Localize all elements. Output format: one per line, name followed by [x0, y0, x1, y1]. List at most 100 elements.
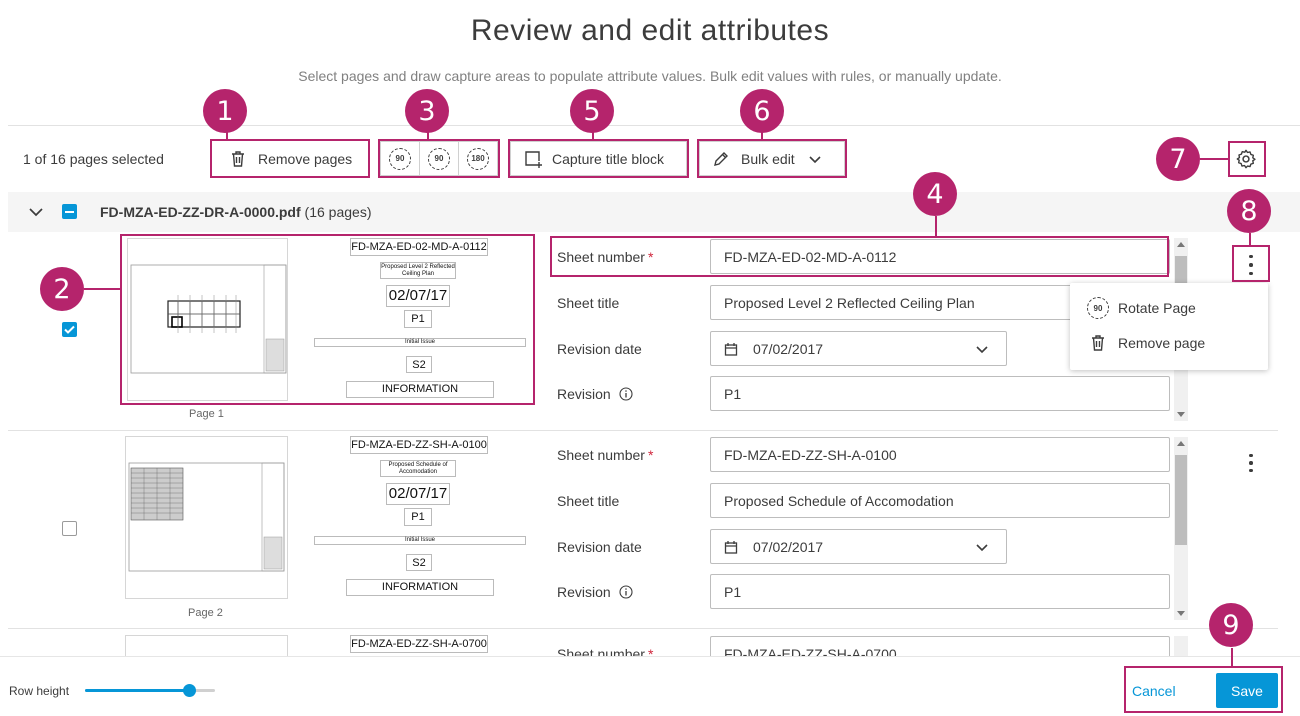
callout-5-line: [592, 132, 594, 140]
rotate-90-ccw-icon: 90: [428, 147, 450, 170]
callout-6-badge: 6: [740, 89, 784, 133]
trash-icon: [232, 150, 244, 167]
scroll-down-icon: [1177, 412, 1185, 417]
callout-3-badge: 3: [405, 89, 449, 133]
page-2-title-block: FD-MZA-ED-ZZ-SH-A-0100 Proposed Schedule…: [314, 436, 530, 600]
sheet-number-input[interactable]: FD-MZA-ED-ZZ-SH-A-0100: [710, 437, 1170, 472]
context-menu: 90 Rotate Page Remove page: [1070, 283, 1268, 370]
pencil-icon: [714, 151, 728, 166]
file-name: FD-MZA-ED-ZZ-DR-A-0000.pdf: [100, 204, 301, 220]
save-button[interactable]: Save: [1216, 673, 1278, 708]
more-vertical-icon[interactable]: [1241, 252, 1261, 278]
title-block-title: Proposed Schedule of Accomodation: [380, 460, 456, 477]
slider-thumb[interactable]: [182, 684, 196, 697]
revision-label-text: Revision: [557, 584, 611, 600]
title-block-status: S2: [406, 356, 432, 373]
page-1-checkbox[interactable]: [62, 322, 77, 337]
cancel-button[interactable]: Cancel: [1132, 683, 1176, 699]
remove-pages-label: Remove pages: [258, 150, 353, 167]
required-marker: *: [647, 646, 654, 656]
selection-count: 1 of 16 pages selected: [23, 151, 164, 167]
revision-input[interactable]: P1: [710, 376, 1170, 411]
callout-4-line: [935, 216, 937, 237]
callout-7-line: [1200, 158, 1229, 160]
info-icon: [619, 387, 633, 401]
scroll-down-icon: [1177, 611, 1185, 616]
sheet-title-label: Sheet title: [557, 295, 620, 311]
bulk-edit-label: Bulk edit: [741, 150, 795, 167]
rotate-90-cw-icon: 90: [1087, 297, 1109, 319]
remove-page-label: Remove page: [1118, 335, 1206, 351]
callout-5-badge: 5: [570, 89, 614, 133]
rotate-180-icon: 180: [467, 147, 489, 170]
chevron-down-icon: [809, 155, 821, 163]
scrollbar-thumb[interactable]: [1175, 455, 1187, 545]
callout-8-badge: 8: [1227, 189, 1271, 233]
more-vertical-icon[interactable]: [1241, 452, 1261, 474]
callout-4-badge: 4: [913, 172, 957, 216]
sheet-number-label: Sheet number *: [557, 447, 653, 463]
callout-9-line: [1231, 648, 1233, 667]
page-1-thumbnail[interactable]: [127, 238, 288, 401]
title-block-number: FD-MZA-ED-02-MD-A-0112: [350, 238, 488, 256]
chevron-down-icon[interactable]: [28, 206, 44, 218]
title-block-info: INFORMATION: [346, 579, 494, 596]
rotate-180-button[interactable]: 180: [459, 142, 497, 175]
revision-date-picker[interactable]: 07/02/2017: [710, 331, 1007, 366]
remove-pages-button[interactable]: Remove pages: [213, 141, 367, 176]
callout-7-badge: 7: [1156, 137, 1200, 181]
callout-1-line: [226, 132, 228, 140]
calendar-icon: [724, 342, 738, 356]
row-height-slider[interactable]: [85, 684, 215, 697]
rotate-90-ccw-button[interactable]: 90: [420, 142, 459, 175]
revision-label: Revision: [557, 584, 633, 600]
divider: [8, 125, 1300, 126]
rotate-90-cw-button[interactable]: 90: [381, 142, 420, 175]
page-3-thumbnail[interactable]: [125, 635, 288, 656]
slider-fill: [85, 689, 189, 692]
title-block-number: FD-MZA-ED-ZZ-SH-A-0700: [350, 635, 488, 653]
rotate-page-menu-item[interactable]: 90 Rotate Page: [1087, 297, 1196, 319]
sheet-title-input[interactable]: Proposed Schedule of Accomodation: [710, 483, 1170, 518]
revision-input[interactable]: P1: [710, 574, 1170, 609]
title-block-issue: Initial Issue: [314, 338, 526, 347]
title-block-number: FD-MZA-ED-ZZ-SH-A-0100: [350, 436, 488, 454]
capture-icon: [525, 150, 542, 168]
revision-date-value: 07/02/2017: [753, 538, 824, 555]
page-title: Review and edit attributes: [470, 14, 830, 47]
scroll-up-icon: [1177, 441, 1185, 446]
rotate-page-label: Rotate Page: [1118, 300, 1196, 316]
rotate-90-cw-icon: 90: [389, 147, 411, 170]
title-block-title: Proposed Level 2 Reflected Ceiling Plan: [380, 262, 456, 279]
page-2-thumbnail[interactable]: [125, 436, 288, 599]
gear-icon: [1236, 149, 1256, 169]
sheet-number-label: Sheet number *: [557, 249, 653, 265]
callout-1-badge: 1: [203, 89, 247, 133]
checkbox-indeterminate-icon[interactable]: [62, 204, 77, 219]
scrollbar[interactable]: [1174, 437, 1188, 620]
revision-date-picker[interactable]: 07/02/2017: [710, 529, 1007, 564]
page-subtitle: Select pages and draw capture areas to p…: [298, 68, 1002, 84]
title-block-rev: P1: [404, 508, 432, 526]
sheet-number-input[interactable]: FD-MZA-ED-ZZ-SH-A-0700: [710, 636, 1170, 656]
capture-title-block-button[interactable]: Capture title block: [510, 141, 687, 176]
capture-title-block-label: Capture title block: [552, 150, 665, 167]
sheet-number-input[interactable]: FD-MZA-ED-02-MD-A-0112: [710, 239, 1170, 274]
scrollbar[interactable]: [1174, 636, 1188, 656]
page-1-title-block: FD-MZA-ED-02-MD-A-0112 Proposed Level 2 …: [314, 238, 530, 402]
callout-6-line: [761, 132, 763, 140]
remove-page-menu-item[interactable]: Remove page: [1089, 334, 1205, 352]
settings-button[interactable]: [1230, 143, 1262, 175]
page-2-checkbox[interactable]: [62, 521, 77, 536]
revision-date-value: 07/02/2017: [753, 340, 824, 357]
callout-3-line: [427, 132, 429, 140]
bulk-edit-dropdown[interactable]: Bulk edit: [699, 141, 845, 176]
file-name-row: FD-MZA-ED-ZZ-DR-A-0000.pdf (16 pages): [100, 204, 371, 220]
rotate-button-group: 90 90 180: [380, 141, 498, 176]
floor-plan-drawing: [130, 264, 287, 374]
callout-2-badge: 2: [40, 267, 84, 311]
footer: [0, 656, 1300, 716]
required-marker: *: [647, 447, 654, 463]
sheet-number-label-text: Sheet number: [557, 447, 645, 463]
row-height-label: Row height: [9, 684, 70, 698]
